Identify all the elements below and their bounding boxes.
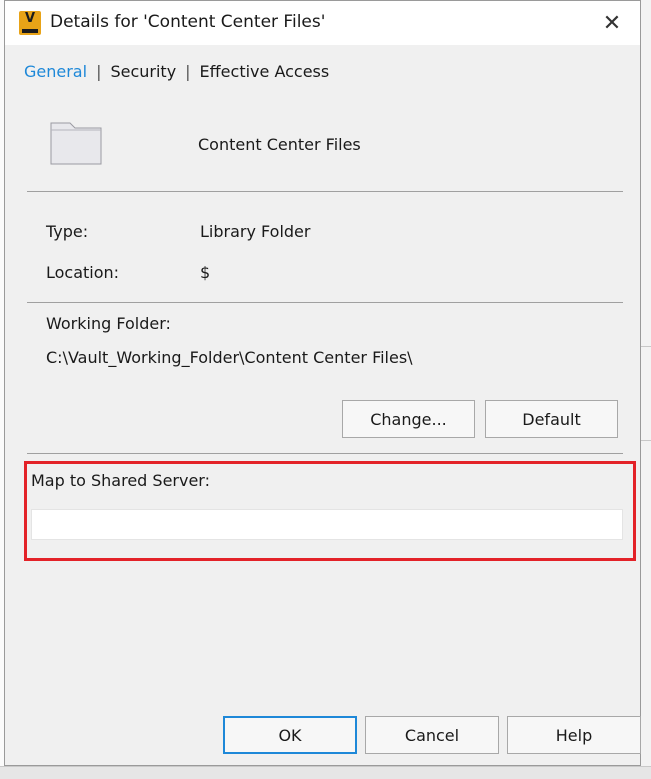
tab-separator: | [96,62,102,81]
divider [27,191,623,192]
tab-effective-access[interactable]: Effective Access [200,62,330,81]
working-folder-path: C:\Vault_Working_Folder\Content Center F… [46,348,413,367]
close-icon[interactable]: ✕ [600,11,624,36]
window-title: Details for 'Content Center Files' [50,12,326,32]
background-window-edge-right [641,0,651,778]
default-button[interactable]: Default [485,400,618,438]
shared-server-label: Map to Shared Server: [31,471,210,490]
divider [27,453,623,454]
location-value: $ [200,263,211,282]
details-dialog: V Details for 'Content Center Files' ✕ G… [4,0,641,766]
working-folder-label: Working Folder: [46,314,171,333]
tab-security[interactable]: Security [110,62,176,81]
title-bar: V Details for 'Content Center Files' ✕ [5,1,640,45]
vault-app-icon: V [19,11,41,35]
shared-server-input[interactable] [31,509,623,540]
tab-separator: | [185,62,191,81]
tab-general[interactable]: General [24,62,87,81]
help-button[interactable]: Help [507,716,641,754]
cancel-button[interactable]: Cancel [365,716,499,754]
folder-icon [50,122,102,165]
folder-name: Content Center Files [198,135,361,154]
tab-bar: General | Security | Effective Access [24,62,329,81]
type-label: Type: [46,222,89,241]
divider [27,302,623,303]
change-button[interactable]: Change... [342,400,475,438]
location-label: Location: [46,263,120,282]
type-value: Library Folder [200,222,311,241]
ok-button[interactable]: OK [223,716,357,754]
background-window-bottom [0,766,651,779]
